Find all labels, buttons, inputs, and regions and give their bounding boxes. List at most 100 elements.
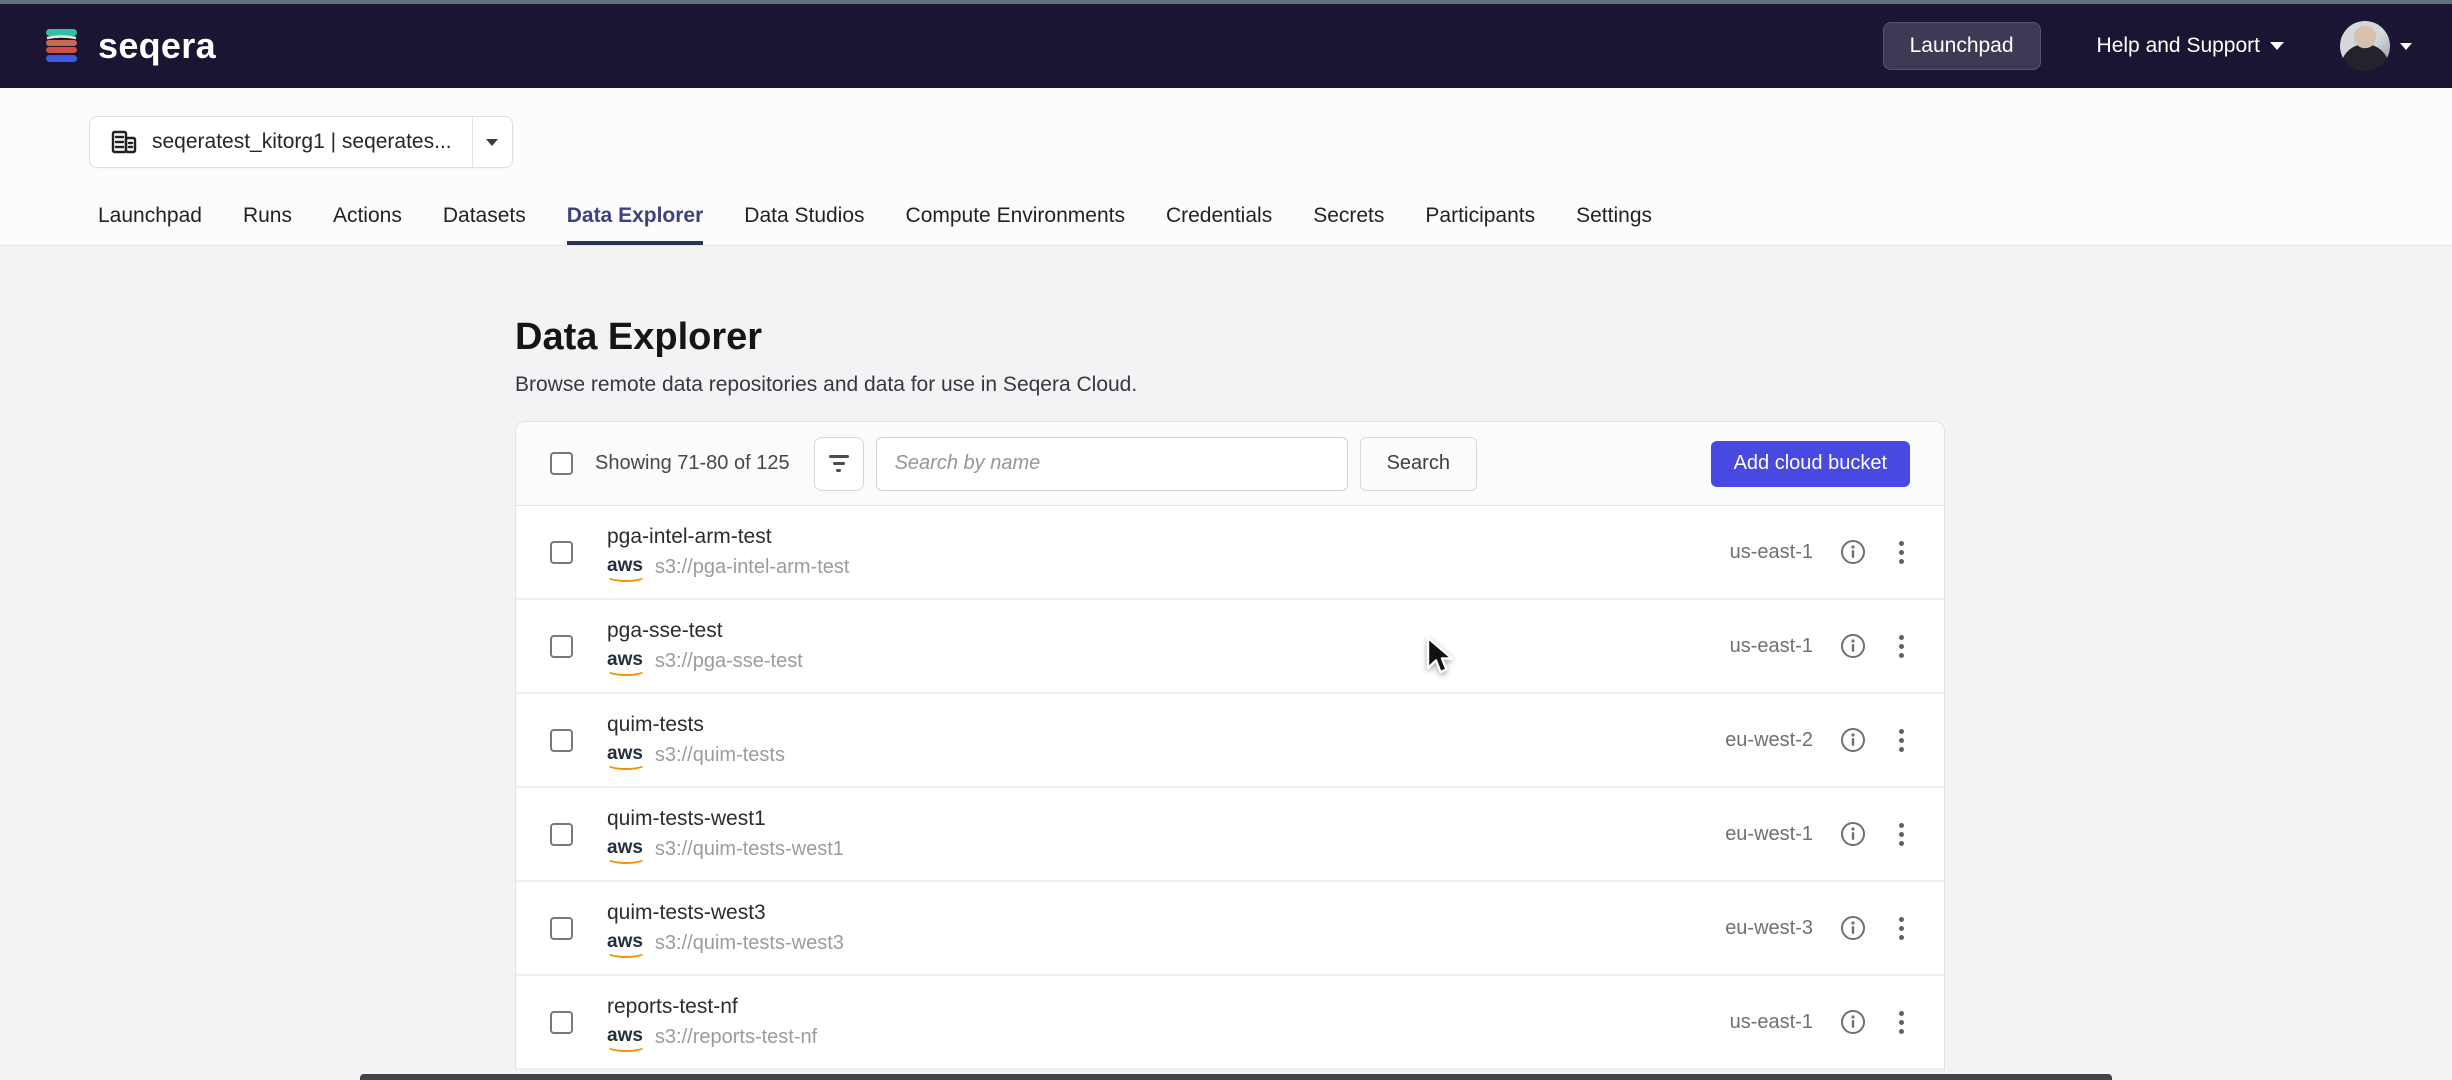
- table-row[interactable]: pga-sse-test aws s3://pga-sse-test us-ea…: [516, 600, 1944, 694]
- table-row[interactable]: quim-tests-west3 aws s3://quim-tests-wes…: [516, 882, 1944, 976]
- tab-data-studios[interactable]: Data Studios: [744, 204, 864, 245]
- dock-edge: [360, 1074, 2112, 1080]
- tab-data-explorer[interactable]: Data Explorer: [567, 204, 704, 245]
- info-button[interactable]: [1839, 632, 1867, 660]
- row-menu-button[interactable]: [1893, 537, 1910, 568]
- bucket-region: eu-west-1: [1701, 823, 1813, 846]
- tab-compute-environments[interactable]: Compute Environments: [906, 204, 1125, 245]
- row-checkbox[interactable]: [550, 823, 573, 846]
- bucket-uri: s3://reports-test-nf: [655, 1026, 817, 1049]
- bucket-uri: s3://quim-tests: [655, 744, 785, 767]
- chevron-down-icon: [486, 139, 498, 146]
- buckets-card: Showing 71-80 of 125 Search Add cloud bu…: [515, 421, 1945, 1070]
- app-screen: seqera Launchpad Help and Support: [0, 0, 2452, 1080]
- tab-actions[interactable]: Actions: [333, 204, 402, 245]
- workspace-selector-caret[interactable]: [472, 117, 512, 167]
- bucket-region: us-east-1: [1701, 635, 1813, 658]
- showing-count: Showing 71-80 of 125: [595, 452, 790, 475]
- row-checkbox[interactable]: [550, 917, 573, 940]
- filter-icon: [829, 455, 849, 472]
- bucket-region: eu-west-2: [1701, 729, 1813, 752]
- bucket-uri: s3://quim-tests-west3: [655, 932, 844, 955]
- kebab-icon: [1899, 917, 1904, 940]
- bucket-region: eu-west-3: [1701, 917, 1813, 940]
- seqera-logo-icon: [40, 24, 84, 68]
- row-menu-button[interactable]: [1893, 819, 1910, 850]
- info-icon: [1839, 538, 1867, 566]
- workspace-selector[interactable]: seqeratest_kitorg1 | seqerates...: [89, 116, 513, 168]
- info-icon: [1839, 726, 1867, 754]
- workspace-header: seqeratest_kitorg1 | seqerates... Launch…: [0, 88, 2452, 246]
- seqera-logo[interactable]: seqera: [40, 24, 216, 68]
- bucket-uri: s3://pga-sse-test: [655, 650, 803, 673]
- bucket-name: reports-test-nf: [607, 995, 817, 1019]
- bucket-uri: s3://quim-tests-west1: [655, 838, 844, 861]
- info-button[interactable]: [1839, 914, 1867, 942]
- bucket-name: quim-tests-west1: [607, 807, 844, 831]
- aws-icon: aws: [607, 744, 643, 768]
- table-row[interactable]: pga-intel-arm-test aws s3://pga-intel-ar…: [516, 506, 1944, 600]
- avatar: [2340, 21, 2390, 71]
- kebab-icon: [1899, 1011, 1904, 1034]
- tab-runs[interactable]: Runs: [243, 204, 292, 245]
- info-button[interactable]: [1839, 726, 1867, 754]
- row-menu-button[interactable]: [1893, 631, 1910, 662]
- info-button[interactable]: [1839, 1008, 1867, 1036]
- select-all-checkbox[interactable]: [550, 452, 573, 475]
- tab-settings[interactable]: Settings: [1576, 204, 1652, 245]
- row-checkbox[interactable]: [550, 729, 573, 752]
- chevron-down-icon: [2270, 42, 2284, 50]
- aws-icon: aws: [607, 932, 643, 956]
- buckets-list: pga-intel-arm-test aws s3://pga-intel-ar…: [516, 506, 1944, 1070]
- row-checkbox[interactable]: [550, 1011, 573, 1034]
- info-button[interactable]: [1839, 538, 1867, 566]
- bucket-region: us-east-1: [1701, 541, 1813, 564]
- info-icon: [1839, 632, 1867, 660]
- bucket-name: quim-tests: [607, 713, 785, 737]
- row-checkbox[interactable]: [550, 541, 573, 564]
- bucket-region: us-east-1: [1701, 1011, 1813, 1034]
- top-navbar: seqera Launchpad Help and Support: [0, 4, 2452, 88]
- info-icon: [1839, 820, 1867, 848]
- info-button[interactable]: [1839, 820, 1867, 848]
- bucket-name: quim-tests-west3: [607, 901, 844, 925]
- filter-button[interactable]: [814, 437, 864, 491]
- buckets-toolbar: Showing 71-80 of 125 Search Add cloud bu…: [516, 422, 1944, 506]
- row-menu-button[interactable]: [1893, 913, 1910, 944]
- brand-name: seqera: [98, 25, 216, 67]
- page-subtitle: Browse remote data repositories and data…: [515, 373, 1945, 397]
- page-title: Data Explorer: [515, 246, 1945, 359]
- kebab-icon: [1899, 729, 1904, 752]
- chevron-down-icon: [2400, 43, 2412, 50]
- tab-datasets[interactable]: Datasets: [443, 204, 526, 245]
- row-menu-button[interactable]: [1893, 725, 1910, 756]
- tab-launchpad[interactable]: Launchpad: [98, 204, 202, 245]
- organization-icon: [110, 128, 138, 156]
- launchpad-button[interactable]: Launchpad: [1883, 22, 2041, 70]
- aws-icon: aws: [607, 650, 643, 674]
- kebab-icon: [1899, 541, 1904, 564]
- tab-credentials[interactable]: Credentials: [1166, 204, 1272, 245]
- table-row[interactable]: reports-test-nf aws s3://reports-test-nf…: [516, 976, 1944, 1070]
- aws-icon: aws: [607, 556, 643, 580]
- search-input[interactable]: [876, 437, 1348, 491]
- row-checkbox[interactable]: [550, 635, 573, 658]
- tab-secrets[interactable]: Secrets: [1313, 204, 1384, 245]
- table-row[interactable]: quim-tests-west1 aws s3://quim-tests-wes…: [516, 788, 1944, 882]
- aws-icon: aws: [607, 1026, 643, 1050]
- aws-icon: aws: [607, 838, 643, 862]
- bucket-uri: s3://pga-intel-arm-test: [655, 556, 850, 579]
- search-button[interactable]: Search: [1360, 437, 1477, 491]
- tab-participants[interactable]: Participants: [1425, 204, 1535, 245]
- row-menu-button[interactable]: [1893, 1007, 1910, 1038]
- info-icon: [1839, 1008, 1867, 1036]
- help-and-support-menu[interactable]: Help and Support: [2097, 34, 2284, 58]
- info-icon: [1839, 914, 1867, 942]
- add-cloud-bucket-button[interactable]: Add cloud bucket: [1711, 441, 1910, 487]
- table-row[interactable]: quim-tests aws s3://quim-tests eu-west-2: [516, 694, 1944, 788]
- kebab-icon: [1899, 823, 1904, 846]
- user-menu[interactable]: [2340, 21, 2412, 71]
- kebab-icon: [1899, 635, 1904, 658]
- page-content: Data Explorer Browse remote data reposit…: [0, 246, 2452, 1080]
- workspace-selector-label: seqeratest_kitorg1 | seqerates...: [152, 130, 452, 154]
